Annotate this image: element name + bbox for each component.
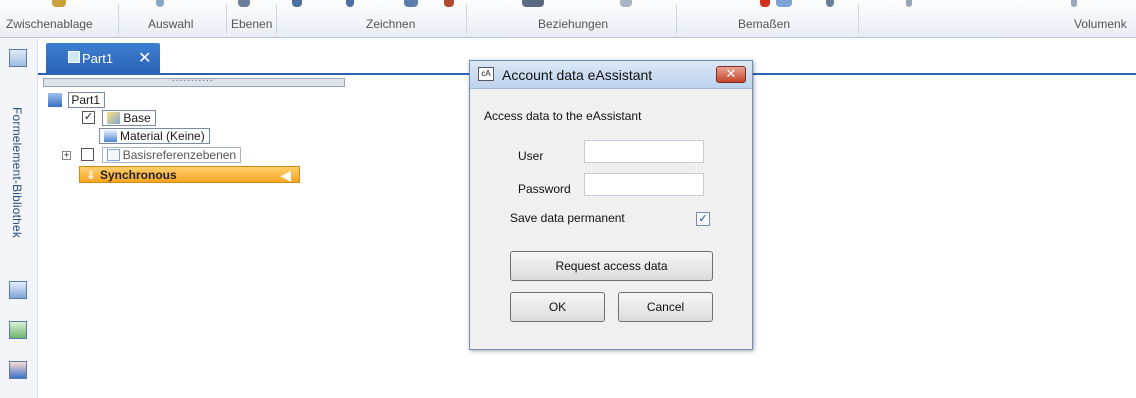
tree-item-base[interactable]: ✓ Base xyxy=(82,110,156,126)
ribbon-group-ebenen[interactable]: Ebenen xyxy=(231,17,272,31)
ribbon-icon-strip xyxy=(0,0,1136,14)
feature-library-label[interactable]: Formelement-Bibliothek xyxy=(10,107,24,238)
tree-label-base-text: Base xyxy=(123,111,151,125)
fix-icon[interactable] xyxy=(620,0,632,7)
close-tab-icon[interactable]: ✕ xyxy=(138,48,151,68)
pathfinder-splitter[interactable]: ∙∙∙∙∙∙∙∙∙∙∙ xyxy=(43,75,345,87)
expand-plus-icon[interactable]: + xyxy=(62,151,71,160)
dimension-box-icon[interactable] xyxy=(776,0,792,7)
document-tab-title: Part1 xyxy=(82,51,114,66)
dialog-close-button[interactable]: ✕ xyxy=(716,66,746,83)
tree-label-material[interactable]: Material (Keine) xyxy=(99,128,210,144)
basisref-checkbox[interactable] xyxy=(81,148,95,161)
base-feature-icon xyxy=(107,112,121,124)
tree-label-basisref-text: Basisreferenzebenen xyxy=(122,148,237,162)
password-input[interactable] xyxy=(584,173,704,196)
ribbon-separator xyxy=(276,4,277,34)
dialog-body: Access data to the eAssistant User Passw… xyxy=(470,90,752,349)
request-access-button[interactable]: Request access data xyxy=(510,251,713,281)
synchronous-environment-bar[interactable]: ⇓ Synchronous ◀ xyxy=(79,166,300,183)
ribbon-group-auswahl[interactable]: Auswahl xyxy=(148,17,193,31)
tree-label-part1[interactable]: Part1 xyxy=(68,92,106,108)
draw-rect-icon[interactable] xyxy=(404,0,418,7)
splitter-grip-icon: ∙∙∙∙∙∙∙∙∙∙∙ xyxy=(172,75,214,86)
ribbon-group-bemassen[interactable]: Bemaßen xyxy=(738,17,790,31)
part-doc-icon xyxy=(68,51,80,63)
dimension-icon[interactable] xyxy=(760,0,770,7)
clipboard-icon[interactable] xyxy=(52,0,66,7)
color-panel-icon[interactable] xyxy=(9,361,27,379)
pathfinder-icon[interactable] xyxy=(9,49,27,67)
ribbon-group-zeichnen[interactable]: Zeichnen xyxy=(366,17,415,31)
tree-item-material[interactable]: Material (Keine) xyxy=(99,128,210,144)
draw-line-icon[interactable] xyxy=(292,0,302,7)
ok-button[interactable]: OK xyxy=(510,292,605,322)
plane-icon xyxy=(106,149,120,161)
save-permanent-label: Save data permanent xyxy=(510,211,625,225)
tree-item-part1[interactable]: Part1 xyxy=(48,92,106,108)
user-label: User xyxy=(518,149,544,163)
base-checkbox[interactable]: ✓ xyxy=(82,111,95,124)
dropdown-icon-2[interactable] xyxy=(1071,0,1077,7)
account-data-dialog: cA Account data eAssistant ✕ Access data… xyxy=(469,60,753,350)
user-input[interactable] xyxy=(584,140,704,163)
tree-label-material-text: Material (Keine) xyxy=(120,129,205,143)
password-label: Password xyxy=(518,182,571,196)
tree-label-basisref[interactable]: Basisreferenzebenen xyxy=(101,147,242,163)
tree-item-basisreferenzebenen[interactable]: + Basisreferenzebenen xyxy=(62,147,242,163)
selection-icon[interactable] xyxy=(156,0,164,7)
ribbon: Zwischenablage Auswahl Ebenen Zeichnen B… xyxy=(0,0,1136,38)
arrow-left-icon[interactable]: ◀ xyxy=(280,167,291,184)
ribbon-separator xyxy=(858,4,859,34)
save-permanent-checkbox[interactable]: ✓ xyxy=(696,212,710,226)
chevron-icon[interactable] xyxy=(826,0,834,7)
material-icon xyxy=(104,130,117,142)
ribbon-separator xyxy=(226,4,227,34)
dropdown-icon[interactable] xyxy=(906,0,912,7)
draw-arc-icon[interactable] xyxy=(346,0,354,7)
layers-icon[interactable] xyxy=(238,0,250,7)
layers-panel-icon[interactable] xyxy=(9,281,27,299)
ribbon-group-beziehungen[interactable]: Beziehungen xyxy=(538,17,608,31)
arrow-down-icon: ⇓ xyxy=(86,168,97,182)
left-sidebar: Formelement-Bibliothek xyxy=(0,39,38,398)
fill-icon[interactable] xyxy=(444,0,454,7)
display-panel-icon[interactable] xyxy=(9,321,27,339)
ribbon-group-zwischenablage[interactable]: Zwischenablage xyxy=(6,17,93,31)
app-icon: cA xyxy=(478,67,494,81)
ribbon-group-volumen[interactable]: Volumenk xyxy=(1074,17,1127,31)
dialog-title: Account data eAssistant xyxy=(502,67,653,83)
tree-label-base[interactable]: Base xyxy=(102,110,156,126)
synchronous-label: Synchronous xyxy=(100,168,177,182)
dialog-heading: Access data to the eAssistant xyxy=(484,109,642,123)
document-tab-part1[interactable]: Part1 ✕ xyxy=(46,43,160,73)
relations-icon[interactable] xyxy=(522,0,544,7)
cancel-button[interactable]: Cancel xyxy=(618,292,713,322)
part-icon xyxy=(48,93,62,107)
ribbon-separator xyxy=(676,4,677,34)
dialog-titlebar[interactable]: cA Account data eAssistant ✕ xyxy=(470,61,752,89)
ribbon-separator xyxy=(466,4,467,34)
ribbon-separator xyxy=(118,4,119,34)
